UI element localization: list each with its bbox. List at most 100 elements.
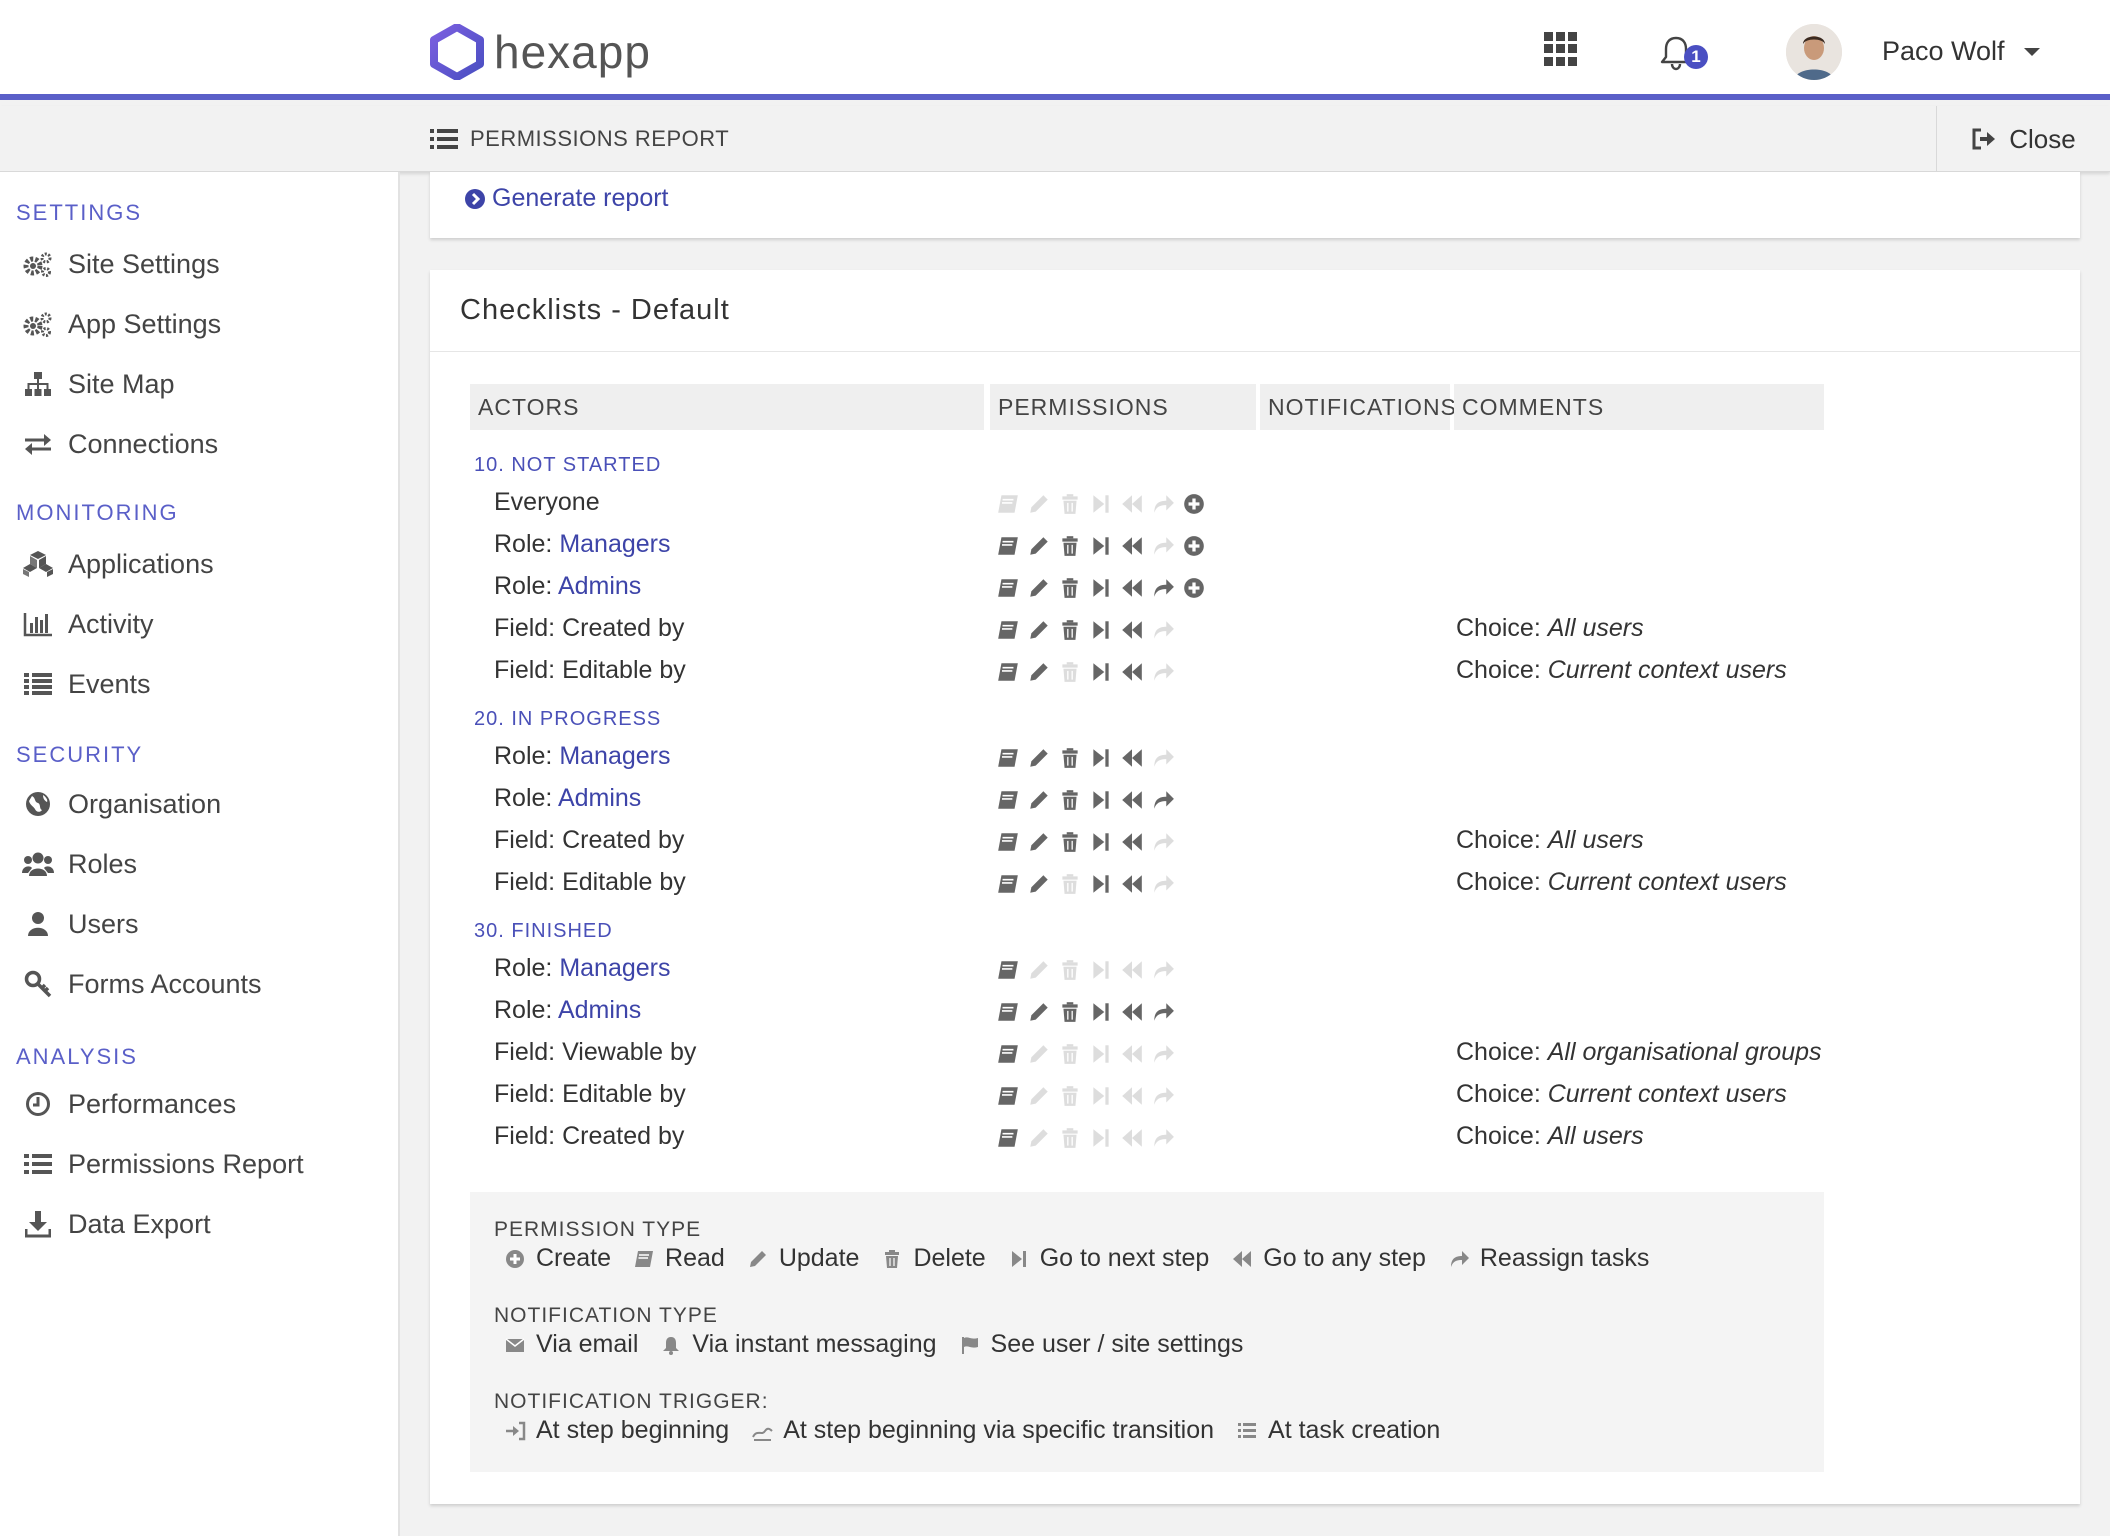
step-forward-icon xyxy=(1093,579,1109,597)
actor-cell: Role: Managers xyxy=(494,530,670,559)
step-forward-icon xyxy=(1093,749,1109,767)
apps-grid-icon[interactable] xyxy=(1544,32,1578,66)
comment-label: Choice: xyxy=(1456,826,1548,854)
step-forward-icon xyxy=(1093,1003,1109,1021)
share-icon xyxy=(1154,621,1174,639)
role-link[interactable]: Admins xyxy=(558,572,641,600)
sidebar-item-forms-accounts[interactable]: Forms Accounts xyxy=(22,964,262,1004)
globe-icon xyxy=(22,788,54,820)
permission-icons xyxy=(996,573,1213,603)
bar-chart-icon xyxy=(22,608,54,640)
sidebar-item-organisation[interactable]: Organisation xyxy=(22,784,221,824)
pencil-icon xyxy=(1030,1087,1048,1105)
comment-label: Choice: xyxy=(1456,614,1548,642)
legend-item: Go to next step xyxy=(1008,1244,1210,1273)
sidebar-section-settings: SETTINGS xyxy=(16,200,143,225)
key-icon xyxy=(22,968,54,1000)
actor-label: Role: xyxy=(494,954,560,982)
sidebar-item-app-settings[interactable]: App Settings xyxy=(22,304,221,344)
actor-cell: Everyone xyxy=(494,488,600,517)
actor-label: Role: xyxy=(494,742,560,770)
book-icon xyxy=(998,875,1018,893)
actor-label: Role: xyxy=(494,572,558,600)
backward-icon xyxy=(1122,1045,1142,1063)
sidebar-item-events[interactable]: Events xyxy=(22,664,151,704)
book-icon xyxy=(998,1129,1018,1147)
gears-icon xyxy=(22,308,54,340)
sidebar-item-roles[interactable]: Roles xyxy=(22,844,137,884)
logo[interactable]: hexapp xyxy=(430,24,651,80)
step-forward-icon xyxy=(1093,537,1109,555)
sidebar-section-analysis: ANALYSIS xyxy=(16,1044,138,1069)
user-name[interactable]: Paco Wolf xyxy=(1882,36,2005,67)
sidebar-section-monitoring: MONITORING xyxy=(16,500,179,525)
pencil-icon xyxy=(1030,579,1048,597)
sidebar-item-site-map[interactable]: Site Map xyxy=(22,364,175,404)
road-icon xyxy=(752,1427,773,1441)
role-link[interactable]: Managers xyxy=(559,530,670,558)
book-icon xyxy=(998,833,1018,851)
share-icon xyxy=(1450,1250,1469,1267)
legend-item: Create xyxy=(504,1244,611,1273)
legend-notification-type-title: NOTIFICATION TYPE xyxy=(494,1304,718,1327)
legend-notification-trigger-title: NOTIFICATION TRIGGER: xyxy=(494,1390,769,1413)
role-link[interactable]: Managers xyxy=(559,742,670,770)
book-icon xyxy=(635,1250,654,1267)
generate-report-panel: Generate report xyxy=(430,172,2080,238)
permission-icons xyxy=(996,1081,1182,1111)
role-link[interactable]: Admins xyxy=(558,784,641,812)
comment-value: Current context users xyxy=(1547,1080,1787,1108)
close-button[interactable]: Close xyxy=(1936,106,2110,172)
share-icon xyxy=(1154,833,1174,851)
pencil-icon xyxy=(749,1250,766,1267)
comment-label: Choice: xyxy=(1456,1080,1548,1108)
trash-icon xyxy=(1062,662,1078,682)
backward-icon xyxy=(1122,961,1142,979)
book-icon xyxy=(998,749,1018,767)
sidebar-item-data-export[interactable]: Data Export xyxy=(22,1204,211,1244)
generate-report-label: Generate report xyxy=(492,184,669,212)
trash-icon xyxy=(1062,494,1078,514)
permission-icons xyxy=(996,657,1182,687)
actor-label: Field: Editable by xyxy=(494,656,686,684)
book-icon xyxy=(998,1045,1018,1063)
avatar[interactable] xyxy=(1786,24,1842,80)
legend-item: Via email xyxy=(504,1330,638,1359)
sidebar-item-label: Connections xyxy=(68,428,219,459)
legend-item-label: At step beginning xyxy=(536,1416,730,1444)
book-icon xyxy=(998,1087,1018,1105)
legend-item: Reassign tasks xyxy=(1448,1244,1649,1273)
actor-cell: Field: Editable by xyxy=(494,656,686,685)
trash-icon xyxy=(1062,960,1078,980)
actor-cell: Field: Created by xyxy=(494,614,684,643)
checklist-title: Checklists - Default xyxy=(460,294,730,326)
actor-cell: Field: Created by xyxy=(494,826,684,855)
generate-report-link[interactable]: Generate report xyxy=(464,184,669,213)
sidebar-item-permissions-report[interactable]: Permissions Report xyxy=(22,1144,304,1184)
comment-value: All organisational groups xyxy=(1547,1038,1822,1066)
column-header-comments: COMMENTS xyxy=(1454,384,1824,430)
actor-cell: Field: Editable by xyxy=(494,1080,686,1109)
book-icon xyxy=(998,663,1018,681)
backward-icon xyxy=(1122,833,1142,851)
sidebar-item-connections[interactable]: Connections xyxy=(22,424,218,464)
backward-icon xyxy=(1122,749,1142,767)
sidebar-item-activity[interactable]: Activity xyxy=(22,604,154,644)
actor-label: Role: xyxy=(494,784,558,812)
role-link[interactable]: Admins xyxy=(558,996,641,1024)
tasks-icon xyxy=(1238,1422,1257,1438)
sidebar-item-users[interactable]: Users xyxy=(22,904,139,944)
sidebar-item-applications[interactable]: Applications xyxy=(22,544,214,584)
sidebar-item-site-settings[interactable]: Site Settings xyxy=(22,244,220,284)
permission-icons xyxy=(996,827,1182,857)
user-menu-caret-icon[interactable] xyxy=(2024,48,2040,56)
backward-icon xyxy=(1122,1087,1142,1105)
legend-item-label: Go to next step xyxy=(1039,1244,1210,1272)
close-button-label: Close xyxy=(2009,123,2076,154)
role-link[interactable]: Managers xyxy=(559,954,670,982)
sidebar-item-label: Activity xyxy=(68,608,154,639)
book-icon xyxy=(998,961,1018,979)
legend-item-label: Update xyxy=(778,1244,860,1272)
actor-label: Field: Created by xyxy=(494,1122,685,1150)
sidebar-item-performances[interactable]: Performances xyxy=(22,1084,236,1124)
